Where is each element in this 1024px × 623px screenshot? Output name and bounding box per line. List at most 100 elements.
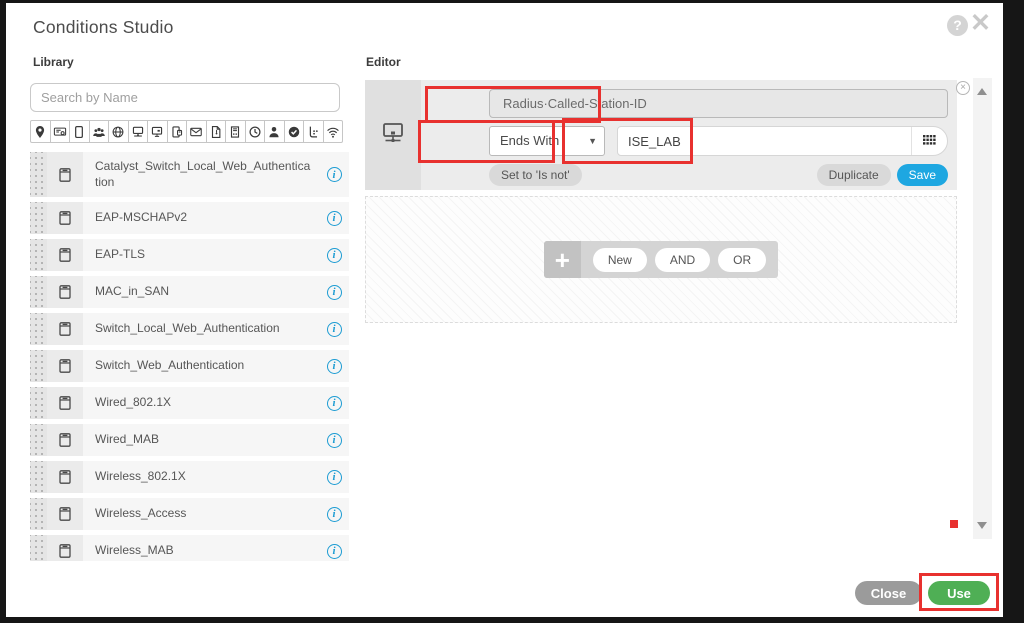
attribute-field[interactable]: Radius·Called-Station-ID (489, 89, 948, 118)
remove-condition-icon[interactable]: × (956, 81, 970, 95)
attribute-picker-button[interactable] (911, 127, 947, 155)
drag-handle-icon[interactable] (30, 461, 47, 493)
list-item-EAP-MSCHAPv2[interactable]: EAP-MSCHAPv2 i (30, 202, 349, 234)
duplicate-button[interactable]: Duplicate (817, 164, 891, 186)
scroll-down-icon[interactable] (977, 522, 987, 529)
list-item-Wireless_Access[interactable]: Wireless_Access i (30, 498, 349, 530)
info-icon[interactable]: i (327, 507, 342, 522)
drag-handle-icon[interactable] (30, 424, 47, 456)
close-button[interactable]: Close (855, 581, 922, 605)
posture-icon[interactable] (168, 120, 188, 143)
drag-handle-icon[interactable] (30, 498, 47, 530)
drag-handle-icon[interactable] (30, 239, 47, 271)
new-condition-bar: + New AND OR (544, 241, 778, 278)
list-item-Catalyst_Switch_Local_Web_Authentication[interactable]: Catalyst_Switch_Local_Web_Authentication… (30, 152, 349, 197)
info-cell: i (319, 461, 349, 493)
list-item-Wireless_802.1X[interactable]: Wireless_802.1X i (30, 461, 349, 493)
drag-handle-icon[interactable] (30, 276, 47, 308)
info-icon[interactable]: i (327, 285, 342, 300)
value-input-group (617, 126, 948, 156)
value-input[interactable] (618, 127, 911, 155)
list-item-Wireless_MAB[interactable]: Wireless_MAB i (30, 535, 349, 561)
list-item-label: Switch_Local_Web_Authentication (83, 313, 319, 345)
info-icon[interactable]: i (327, 359, 342, 374)
drag-handle-icon[interactable] (30, 152, 47, 197)
identity-group-icon[interactable] (90, 120, 110, 143)
condition-book-icon (47, 535, 83, 561)
list-item-EAP-TLS[interactable]: EAP-TLS i (30, 239, 349, 271)
list-item-label: Wired_802.1X (83, 387, 319, 419)
drag-handle-icon[interactable] (30, 313, 47, 345)
and-button[interactable]: AND (655, 248, 710, 272)
list-item-label: Wired_MAB (83, 424, 319, 456)
search-input[interactable] (30, 83, 340, 112)
info-cell: i (319, 424, 349, 456)
info-icon[interactable]: i (327, 211, 342, 226)
endpoint-icon[interactable] (70, 120, 90, 143)
info-icon[interactable]: i (327, 433, 342, 448)
use-button[interactable]: Use (928, 581, 990, 605)
card-actions: Duplicate Save (817, 164, 948, 186)
info-cell: i (319, 498, 349, 530)
list-item-label: EAP-MSCHAPv2 (83, 202, 319, 234)
info-cell: i (319, 239, 349, 271)
info-icon[interactable]: i (327, 167, 342, 182)
info-icon[interactable]: i (327, 470, 342, 485)
certificate-icon[interactable] (51, 120, 71, 143)
scroll-up-icon[interactable] (977, 88, 987, 95)
new-button[interactable]: New (593, 248, 647, 272)
info-cell: i (319, 152, 349, 197)
page-title: Conditions Studio (33, 17, 174, 38)
port-icon[interactable] (304, 120, 324, 143)
drag-handle-icon[interactable] (30, 350, 47, 382)
info-icon[interactable]: i (327, 248, 342, 263)
email-icon[interactable] (187, 120, 207, 143)
list-item-Switch_Local_Web_Authentication[interactable]: Switch_Local_Web_Authentication i (30, 313, 349, 345)
editor-label: Editor (366, 55, 401, 69)
condition-book-icon (47, 276, 83, 308)
wifi-icon[interactable] (324, 120, 344, 143)
plus-icon[interactable]: + (544, 241, 581, 278)
time-icon[interactable] (246, 120, 266, 143)
list-item-Wired_MAB[interactable]: Wired_MAB i (30, 424, 349, 456)
help-icon[interactable]: ? (947, 15, 968, 36)
conditions-studio-dialog: Conditions Studio ? ✕ Library Editor Cat… (6, 3, 1003, 617)
server-icon[interactable] (226, 120, 246, 143)
condition-book-icon (47, 350, 83, 382)
info-icon[interactable]: i (327, 396, 342, 411)
info-cell: i (319, 350, 349, 382)
web-icon[interactable] (109, 120, 129, 143)
info-icon[interactable]: i (327, 544, 342, 559)
condition-book-icon (47, 239, 83, 271)
close-icon[interactable]: ✕ (970, 9, 991, 37)
list-item-Switch_Web_Authentication[interactable]: Switch_Web_Authentication i (30, 350, 349, 382)
operator-value: Ends With (500, 133, 559, 148)
list-item-label: Wireless_Access (83, 498, 319, 530)
operator-select[interactable]: Ends With ▼ (489, 126, 605, 156)
library-condition-list: Catalyst_Switch_Local_Web_Authentication… (30, 152, 349, 561)
compliance-icon[interactable] (285, 120, 305, 143)
drag-handle-icon[interactable] (30, 535, 47, 561)
or-button[interactable]: OR (718, 248, 766, 272)
condition-drop-zone[interactable]: + New AND OR (365, 196, 957, 323)
network-access-icon (379, 119, 407, 152)
file-icon[interactable] (207, 120, 227, 143)
library-filter-iconbar (30, 120, 343, 143)
drag-handle-icon[interactable] (30, 202, 47, 234)
list-item-label: Switch_Web_Authentication (83, 350, 319, 382)
info-icon[interactable]: i (327, 322, 342, 337)
network-device-icon[interactable] (129, 120, 149, 143)
info-cell: i (319, 535, 349, 561)
set-to-is-not-button[interactable]: Set to 'Is not' (489, 164, 582, 186)
list-item-label: Catalyst_Switch_Local_Web_Authentication (83, 152, 319, 197)
user-icon[interactable] (265, 120, 285, 143)
editor-scrollbar[interactable] (973, 78, 992, 539)
condition-editor-card: Radius·Called-Station-ID Ends With ▼ (365, 80, 957, 190)
location-icon[interactable] (30, 120, 51, 143)
drag-handle-icon[interactable] (30, 387, 47, 419)
list-item-MAC_in_SAN[interactable]: MAC_in_SAN i (30, 276, 349, 308)
list-item-Wired_802.1X[interactable]: Wired_802.1X i (30, 387, 349, 419)
list-item-label: EAP-TLS (83, 239, 319, 271)
workstation-icon[interactable] (148, 120, 168, 143)
save-button[interactable]: Save (897, 164, 948, 186)
